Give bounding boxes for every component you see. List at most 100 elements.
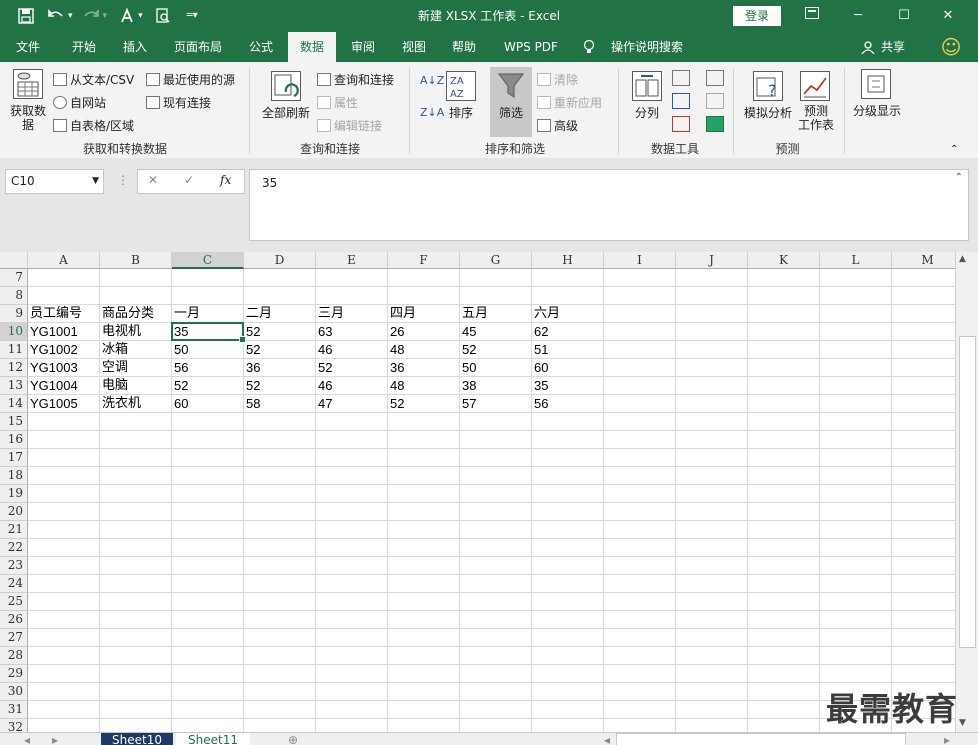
cell-A16[interactable] xyxy=(28,431,100,449)
cell-C12[interactable]: 56 xyxy=(172,359,244,377)
cell-F27[interactable] xyxy=(388,629,460,647)
cell-D18[interactable] xyxy=(244,467,316,485)
refresh-all-button[interactable]: 全部刷新 xyxy=(261,104,311,121)
cell-E17[interactable] xyxy=(316,449,388,467)
cell-H32[interactable] xyxy=(532,719,604,732)
sort-ascending-icon[interactable]: A↓Z xyxy=(420,74,444,87)
cell-B17[interactable] xyxy=(100,449,172,467)
cell-F10[interactable]: 26 xyxy=(388,323,460,341)
cell-C14[interactable]: 60 xyxy=(172,395,244,413)
cell-J29[interactable] xyxy=(676,665,748,683)
cell-H25[interactable] xyxy=(532,593,604,611)
cell-L26[interactable] xyxy=(820,611,892,629)
tab-home[interactable]: 开始 xyxy=(61,32,107,62)
cell-B31[interactable] xyxy=(100,701,172,719)
cell-E18[interactable] xyxy=(316,467,388,485)
cell-K24[interactable] xyxy=(748,575,820,593)
row-header-13[interactable]: 13 xyxy=(0,377,28,395)
cell-C11[interactable]: 50 xyxy=(172,341,244,359)
tab-wps-pdf[interactable]: WPS PDF xyxy=(495,32,567,62)
smiley-icon[interactable]: ☺ xyxy=(936,32,966,62)
cell-E11[interactable]: 46 xyxy=(316,341,388,359)
cell-K22[interactable] xyxy=(748,539,820,557)
cell-H23[interactable] xyxy=(532,557,604,575)
cell-C16[interactable] xyxy=(172,431,244,449)
cell-E27[interactable] xyxy=(316,629,388,647)
cell-L7[interactable] xyxy=(820,269,892,287)
cell-I27[interactable] xyxy=(604,629,676,647)
cell-D13[interactable]: 52 xyxy=(244,377,316,395)
cell-E24[interactable] xyxy=(316,575,388,593)
cell-K19[interactable] xyxy=(748,485,820,503)
scroll-thumb[interactable] xyxy=(959,336,976,648)
column-header-H[interactable]: H xyxy=(532,252,604,269)
cell-D10[interactable]: 52 xyxy=(244,323,316,341)
cell-F32[interactable] xyxy=(388,719,460,732)
cell-L25[interactable] xyxy=(820,593,892,611)
cell-K15[interactable] xyxy=(748,413,820,431)
existing-connections-button[interactable]: 现有连接 xyxy=(146,94,211,111)
cell-A19[interactable] xyxy=(28,485,100,503)
cell-J23[interactable] xyxy=(676,557,748,575)
cell-F20[interactable] xyxy=(388,503,460,521)
cell-D26[interactable] xyxy=(244,611,316,629)
cell-C10[interactable]: 35 xyxy=(172,323,244,341)
cell-M21[interactable] xyxy=(892,521,955,539)
cell-A20[interactable] xyxy=(28,503,100,521)
cell-B11[interactable]: 冰箱 xyxy=(100,341,172,359)
cell-E31[interactable] xyxy=(316,701,388,719)
cell-B12[interactable]: 空调 xyxy=(100,359,172,377)
cell-F30[interactable] xyxy=(388,683,460,701)
cell-E32[interactable] xyxy=(316,719,388,732)
cell-D28[interactable] xyxy=(244,647,316,665)
cell-B8[interactable] xyxy=(100,287,172,305)
cell-J20[interactable] xyxy=(676,503,748,521)
cell-G28[interactable] xyxy=(460,647,532,665)
cell-A29[interactable] xyxy=(28,665,100,683)
cell-K29[interactable] xyxy=(748,665,820,683)
cell-J21[interactable] xyxy=(676,521,748,539)
column-header-E[interactable]: E xyxy=(316,252,388,269)
cell-J25[interactable] xyxy=(676,593,748,611)
cell-L29[interactable] xyxy=(820,665,892,683)
column-header-L[interactable]: L xyxy=(820,252,892,269)
cell-H20[interactable] xyxy=(532,503,604,521)
cell-A22[interactable] xyxy=(28,539,100,557)
cell-A28[interactable] xyxy=(28,647,100,665)
cell-H27[interactable] xyxy=(532,629,604,647)
cell-F14[interactable]: 52 xyxy=(388,395,460,413)
horizontal-scrollbar[interactable] xyxy=(616,733,906,745)
cell-B28[interactable] xyxy=(100,647,172,665)
row-header-14[interactable]: 14 xyxy=(0,395,28,413)
cell-J15[interactable] xyxy=(676,413,748,431)
close-button[interactable]: ✕ xyxy=(925,0,971,32)
hscroll-right-icon[interactable]: ▸ xyxy=(940,733,954,745)
cell-J27[interactable] xyxy=(676,629,748,647)
cell-D22[interactable] xyxy=(244,539,316,557)
cell-G26[interactable] xyxy=(460,611,532,629)
cell-F15[interactable] xyxy=(388,413,460,431)
column-header-A[interactable]: A xyxy=(28,252,100,269)
worksheet-grid[interactable]: A B C D E F G H I J K L M 7 8 9 员工编号 商品分类 一月 二月 三月 四月 五月 六月 10 YG… xyxy=(0,252,955,732)
cell-H22[interactable] xyxy=(532,539,604,557)
cell-A26[interactable] xyxy=(28,611,100,629)
cell-I28[interactable] xyxy=(604,647,676,665)
row-header-20[interactable]: 20 xyxy=(0,503,28,521)
vertical-scrollbar[interactable]: ▲ ▼ xyxy=(955,252,978,732)
cell-K18[interactable] xyxy=(748,467,820,485)
cell-M18[interactable] xyxy=(892,467,955,485)
cell-F31[interactable] xyxy=(388,701,460,719)
cell-L21[interactable] xyxy=(820,521,892,539)
cell-G22[interactable] xyxy=(460,539,532,557)
cell-M16[interactable] xyxy=(892,431,955,449)
cell-C26[interactable] xyxy=(172,611,244,629)
cell-G21[interactable] xyxy=(460,521,532,539)
row-header-19[interactable]: 19 xyxy=(0,485,28,503)
cell-A17[interactable] xyxy=(28,449,100,467)
cell-B16[interactable] xyxy=(100,431,172,449)
cell-L9[interactable] xyxy=(820,305,892,323)
cell-C30[interactable] xyxy=(172,683,244,701)
row-header-12[interactable]: 12 xyxy=(0,359,28,377)
cell-H15[interactable] xyxy=(532,413,604,431)
cell-M20[interactable] xyxy=(892,503,955,521)
